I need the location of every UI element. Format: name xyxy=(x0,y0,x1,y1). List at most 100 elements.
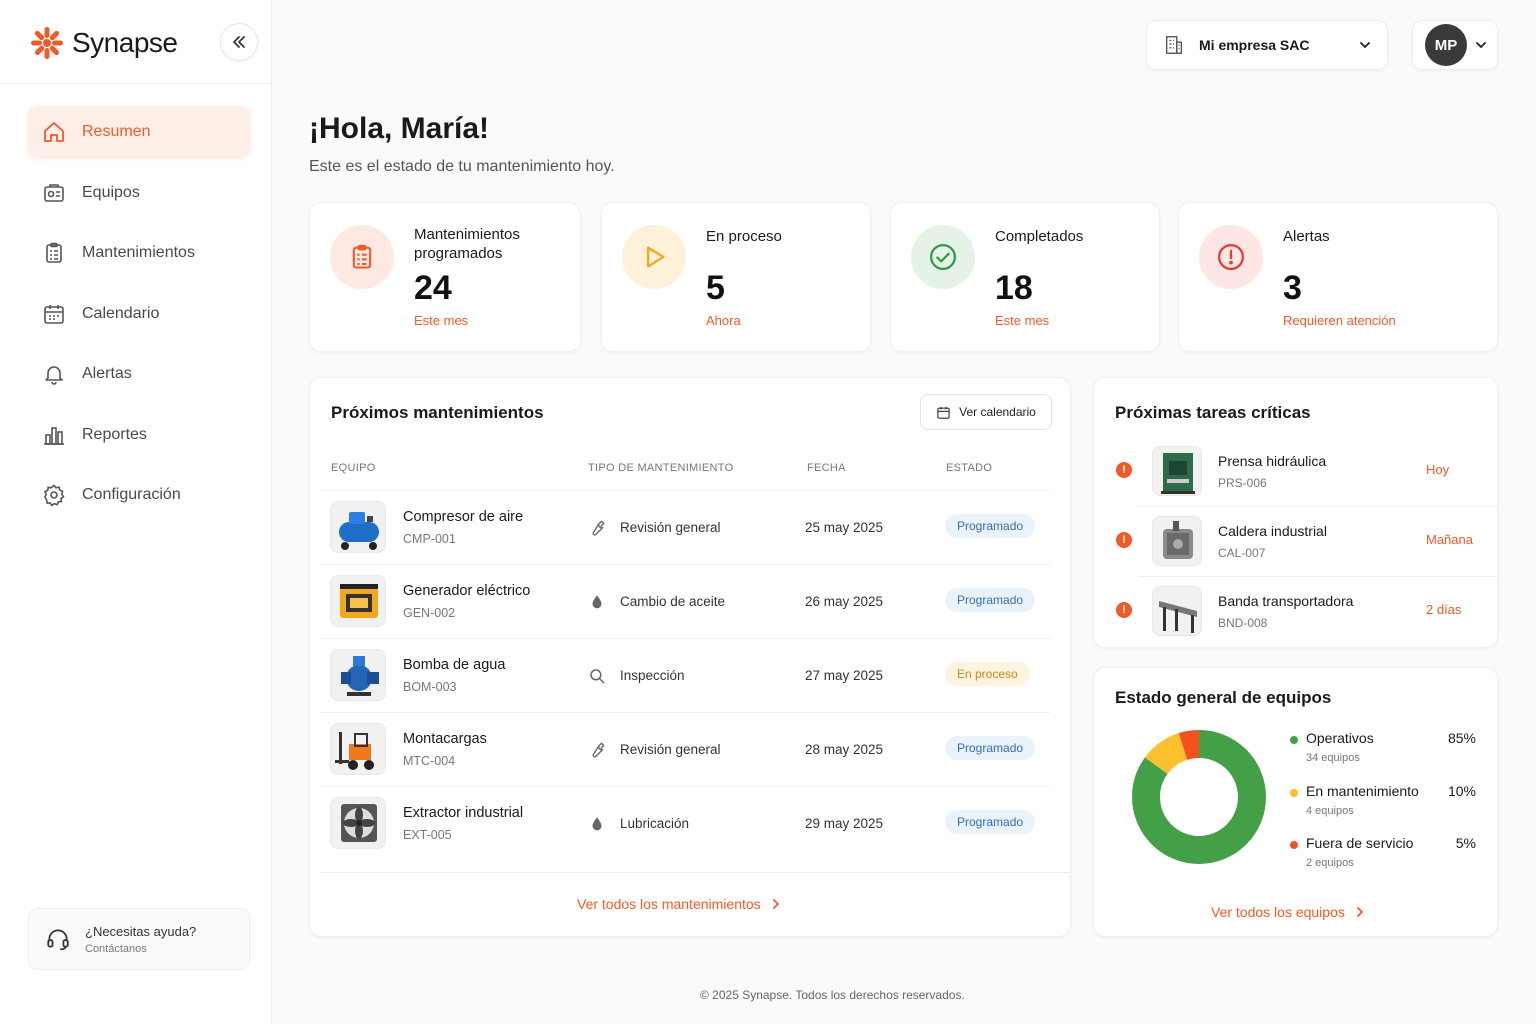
view-calendar-label: Ver calendario xyxy=(959,405,1036,419)
stat-card-completados[interactable]: Completados 18 Este mes xyxy=(890,202,1160,352)
table-row[interactable]: Extractor industrial EXT-005 Lubricación… xyxy=(320,786,1050,860)
maintenance-date: 26 may 2025 xyxy=(805,594,884,609)
double-chevron-left-icon xyxy=(233,36,245,48)
divider xyxy=(320,872,1070,873)
equipment-name: Bomba de agua xyxy=(403,657,506,673)
headset-icon xyxy=(47,929,69,951)
wrench-icon xyxy=(592,742,605,758)
equipment-thumbnail xyxy=(330,501,386,553)
stat-title: En proceso xyxy=(706,228,782,245)
sidebar-item-mantenimientos[interactable]: Mantenimientos xyxy=(28,227,250,279)
maintenance-type: Inspección xyxy=(620,668,685,683)
table-row[interactable]: Montacargas MTC-004 Revisión general 28 … xyxy=(320,712,1050,786)
critical-task-item[interactable]: ! Banda transportadora BND-008 2 días xyxy=(1114,578,1476,648)
page-title: ¡Hola, María! xyxy=(309,112,490,145)
equipment-icon xyxy=(44,183,64,202)
sidebar-item-configuracion[interactable]: Configuración xyxy=(28,469,250,521)
task-due: 2 días xyxy=(1426,602,1462,617)
stat-card-programados[interactable]: Mantenimientos programados 24 Este mes xyxy=(309,202,581,352)
page-subtitle: Este es el estado de tu mantenimiento ho… xyxy=(309,158,615,175)
view-all-maintenance-link[interactable]: Ver todos los mantenimientos xyxy=(577,896,781,912)
legend-name: Fuera de servicio xyxy=(1306,835,1414,851)
sidebar-item-label: Resumen xyxy=(82,123,151,140)
legend-item-operativos: Operativos 34 equipos 85% xyxy=(1290,730,1476,774)
maintenance-date: 25 may 2025 xyxy=(805,520,884,535)
sidebar-item-reportes[interactable]: Reportes xyxy=(28,409,250,461)
task-due: Hoy xyxy=(1426,462,1450,477)
equipment-thumbnail xyxy=(330,723,386,775)
view-all-label: Ver todos los mantenimientos xyxy=(577,896,761,912)
equipment-thumbnail xyxy=(1152,516,1202,566)
stat-value: 18 xyxy=(995,269,1033,307)
sidebar: Synapse Resumen Equipos Mantenimientos C… xyxy=(0,0,272,1024)
sidebar-item-equipos[interactable]: Equipos xyxy=(28,167,250,219)
gear-icon xyxy=(43,484,65,507)
legend-percent: 10% xyxy=(1447,783,1476,799)
legend-name: Operativos xyxy=(1306,730,1374,746)
equipment-code: BOM-003 xyxy=(403,680,457,694)
view-calendar-button[interactable]: Ver calendario xyxy=(920,394,1052,430)
stat-value: 5 xyxy=(706,269,725,307)
company-name: Mi empresa SAC xyxy=(1199,37,1310,53)
sidebar-item-calendario[interactable]: Calendario xyxy=(28,288,250,340)
calendar-icon xyxy=(44,304,64,324)
user-menu[interactable]: MP xyxy=(1412,20,1498,70)
panel-title: Estado general de equipos xyxy=(1115,688,1332,707)
maintenance-type: Revisión general xyxy=(620,742,721,757)
legend-percent: 85% xyxy=(1447,730,1476,746)
stat-subtitle: Este mes xyxy=(995,313,1050,328)
home-icon xyxy=(44,122,64,142)
sidebar-item-alertas[interactable]: Alertas xyxy=(28,348,250,400)
task-due: Mañana xyxy=(1426,532,1473,547)
maintenance-type: Cambio de aceite xyxy=(620,594,726,609)
status-badge: Programado xyxy=(945,514,1036,538)
legend-dot xyxy=(1290,789,1298,797)
avatar: MP xyxy=(1425,24,1467,66)
stat-icon-bg xyxy=(330,225,394,289)
legend-count: 4 equipos xyxy=(1306,805,1354,817)
stat-card-alertas[interactable]: Alertas 3 Requieren atención xyxy=(1178,202,1498,352)
equipment-code: EXT-005 xyxy=(403,828,452,842)
table-row[interactable]: Bomba de agua BOM-003 Inspección 27 may … xyxy=(320,638,1050,712)
building-icon xyxy=(1165,36,1183,54)
status-badge: Programado xyxy=(945,810,1036,834)
stat-subtitle: Requieren atención xyxy=(1283,313,1396,328)
panel-title: Próximos mantenimientos xyxy=(331,403,544,422)
sidebar-item-resumen[interactable]: Resumen xyxy=(28,106,250,158)
equipment-code: MTC-004 xyxy=(403,754,456,768)
table-row[interactable]: Generador eléctrico GEN-002 Cambio de ac… xyxy=(320,564,1050,638)
critical-task-item[interactable]: ! Prensa hidráulica PRS-006 Hoy xyxy=(1114,438,1476,508)
bar-chart-icon xyxy=(44,426,64,445)
help-subtitle: Contáctanos xyxy=(85,942,147,955)
legend-item-fuera-servicio: Fuera de servicio 2 equipos 5% xyxy=(1290,835,1476,879)
stat-icon-bg xyxy=(622,225,686,289)
task-equipment-code: BND-008 xyxy=(1218,616,1268,630)
column-header: ESTADO xyxy=(946,462,993,474)
maintenance-type: Lubricación xyxy=(620,816,690,831)
equipment-name: Compresor de aire xyxy=(403,509,524,525)
water-pump-image xyxy=(341,656,379,696)
clipboard-icon xyxy=(46,242,62,263)
critical-task-item[interactable]: ! Caldera industrial CAL-007 Mañana xyxy=(1114,508,1476,578)
task-equipment-name: Banda transportadora xyxy=(1218,593,1354,609)
check-circle-icon xyxy=(930,244,956,270)
stat-card-en-proceso[interactable]: En proceso 5 Ahora xyxy=(601,202,871,352)
logo[interactable]: Synapse xyxy=(30,26,178,60)
collapse-sidebar-button[interactable] xyxy=(220,23,258,61)
help-card[interactable]: ¿Necesitas ayuda? Contáctanos xyxy=(28,908,250,970)
status-badge: Programado xyxy=(945,588,1036,612)
alert-circle-icon xyxy=(1218,244,1244,270)
help-title: ¿Necesitas ayuda? xyxy=(85,923,197,939)
maintenance-date: 27 may 2025 xyxy=(805,668,884,683)
equipment-name: Montacargas xyxy=(403,731,487,747)
view-all-label: Ver todos los equipos xyxy=(1211,904,1345,920)
company-selector[interactable]: Mi empresa SAC xyxy=(1146,20,1388,70)
equipment-thumbnail xyxy=(330,575,386,627)
divider xyxy=(1138,506,1498,507)
stat-subtitle: Este mes xyxy=(414,313,469,328)
sidebar-item-label: Mantenimientos xyxy=(82,244,195,261)
view-all-equipment-link[interactable]: Ver todos los equipos xyxy=(1211,904,1365,920)
air-compressor-image xyxy=(339,512,379,550)
table-row[interactable]: Compresor de aire CMP-001 Revisión gener… xyxy=(320,490,1050,564)
warning-icon: ! xyxy=(1116,532,1132,548)
